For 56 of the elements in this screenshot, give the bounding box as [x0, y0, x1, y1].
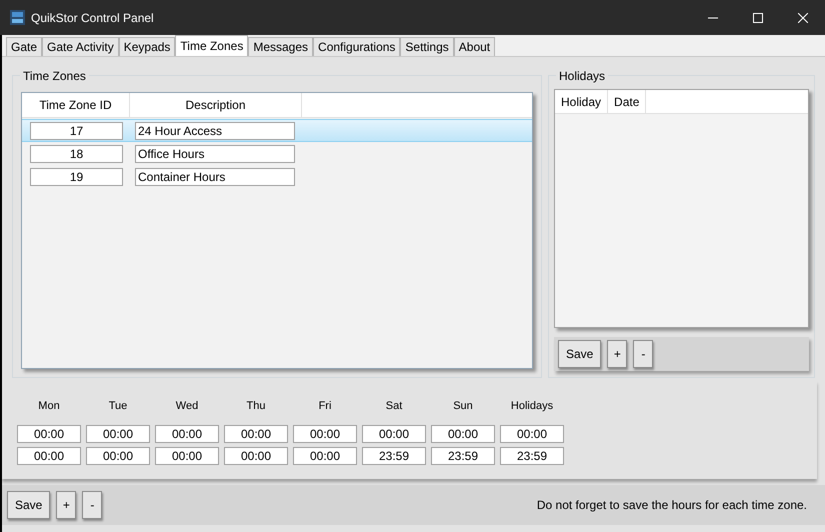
day-label: Mon [38, 399, 60, 413]
day-label: Sat [386, 399, 402, 413]
end-time-field[interactable]: 00:00 [155, 447, 219, 465]
id-field[interactable]: 17 [30, 122, 123, 140]
close-icon [798, 12, 808, 22]
start-time-field[interactable]: 00:00 [155, 425, 219, 443]
save-button[interactable]: Save [558, 340, 602, 368]
small-button[interactable]: - [82, 491, 102, 519]
end-time-field[interactable]: 23:59 [431, 447, 495, 465]
end-time-field[interactable]: 00:00 [17, 447, 81, 465]
hint-text: Do not forget to save the hours for each time zone. [536, 497, 807, 514]
small-button[interactable]: + [56, 491, 76, 519]
save-button[interactable]: Save [7, 491, 50, 519]
tab[interactable]: Gate Activity [42, 37, 119, 56]
start-time-field[interactable]: 00:00 [293, 425, 357, 443]
start-time-field[interactable]: 00:00 [500, 425, 564, 443]
table-row[interactable]: 19 Container Hours [22, 165, 532, 188]
end-time-field[interactable]: 00:00 [224, 447, 288, 465]
tab[interactable]: Settings [400, 37, 454, 56]
start-time-field[interactable]: 00:00 [17, 425, 81, 443]
description-field[interactable]: Office Hours [135, 144, 295, 162]
id-field[interactable]: 19 [30, 168, 123, 186]
tab[interactable]: Gate [6, 37, 42, 56]
column-header[interactable]: Holiday [555, 90, 608, 113]
table-row[interactable]: 18 Office Hours [22, 142, 532, 165]
tab[interactable]: Keypads [118, 37, 176, 56]
day-label: Sun [453, 399, 473, 413]
tab[interactable]: About [454, 37, 496, 56]
column-header[interactable]: Description [130, 93, 302, 117]
id-field[interactable]: 18 [30, 144, 123, 162]
end-time-field[interactable]: 00:00 [86, 447, 150, 465]
start-time-field[interactable]: 00:00 [224, 425, 288, 443]
end-time-field[interactable]: 23:59 [362, 447, 426, 465]
tab[interactable]: Time Zones [175, 35, 248, 56]
column-header[interactable]: Date [608, 90, 646, 113]
end-time-field[interactable]: 00:00 [293, 447, 357, 465]
window-title: QuikStor Control Panel [31, 10, 154, 26]
app-logo-icon [10, 10, 25, 25]
start-time-field[interactable]: 00:00 [431, 425, 495, 443]
day-label: Holidays [510, 399, 554, 413]
table-row[interactable]: 17 24 Hour Access [22, 119, 532, 142]
start-time-field[interactable]: 00:00 [362, 425, 426, 443]
description-field[interactable]: Container Hours [135, 168, 295, 186]
day-label: Wed [176, 399, 198, 413]
day-label: Thu [246, 399, 266, 413]
day-label: Fri [318, 399, 332, 413]
tab[interactable]: Messages [248, 37, 314, 56]
day-label: Tue [108, 399, 128, 413]
small-button[interactable]: - [633, 340, 654, 368]
small-button[interactable]: + [607, 340, 628, 368]
column-header[interactable]: Time Zone ID [22, 93, 130, 117]
start-time-field[interactable]: 00:00 [86, 425, 150, 443]
maximize-icon [752, 12, 762, 22]
description-field[interactable]: 24 Hour Access [135, 122, 295, 140]
end-time-field[interactable]: 23:59 [500, 447, 564, 465]
tab[interactable]: Configurations [313, 37, 400, 56]
